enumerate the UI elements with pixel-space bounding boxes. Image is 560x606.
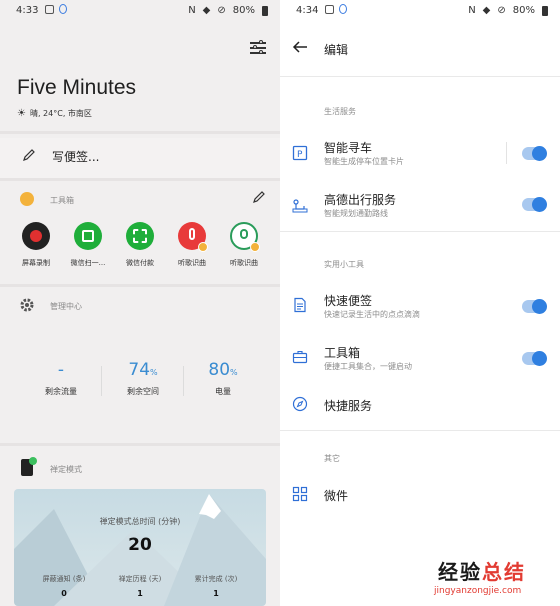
battery-percent: 80% (512, 5, 535, 16)
gear-icon (20, 298, 34, 312)
focus-stat-days: 禅定历程 (天) 1 (118, 575, 162, 598)
toolbox-label: 工具箱 (50, 196, 74, 205)
item-amap-travel[interactable] (280, 188, 560, 222)
no-sim-icon: ⊘ (217, 5, 226, 16)
group-utilities: 实用小工具 (324, 260, 364, 269)
watermark: 经验总结 jingyanzongjie.com (430, 550, 560, 606)
widgets-icon (292, 486, 308, 502)
toggle-toolbox[interactable] (522, 351, 547, 366)
wifi-icon: ◆ (202, 5, 211, 16)
tool-music-recognize-alt[interactable]: 听歌识曲 (218, 222, 270, 268)
item-toolbox[interactable] (280, 341, 560, 375)
app-notification-icon (339, 4, 347, 14)
focus-mode-icon (21, 457, 37, 476)
left-screen: 4:33 N ◆ ⊘ 80% Five Minutes ☀ 晴, 24°C, 市… (0, 0, 280, 606)
watermark-url: jingyanzongjie.com (434, 586, 522, 596)
settings-sliders-icon[interactable] (250, 40, 268, 56)
shelf-title: Five Minutes (17, 76, 137, 99)
app-notification-icon (59, 4, 67, 14)
music-recognize-icon (178, 222, 208, 252)
wechat-scan-icon (74, 222, 102, 250)
stat-remaining-storage[interactable]: 74% 剩余空间 (108, 360, 178, 397)
page-title: 编辑 (324, 43, 349, 57)
battery-icon (262, 5, 268, 16)
group-life-services: 生活服务 (324, 107, 356, 116)
gallery-notification-icon (325, 4, 334, 14)
nfc-icon: N (468, 5, 476, 16)
stat-battery[interactable]: 80% 电量 (188, 360, 258, 397)
tool-music-recognize[interactable]: 听歌识曲 (166, 222, 218, 268)
quick-note-card[interactable] (0, 138, 280, 178)
focus-mode-label: 禅定模式 (50, 465, 82, 474)
pencil-icon (23, 149, 35, 161)
stat-remaining-data[interactable]: - 剩余流量 (26, 360, 96, 397)
edit-toolbox-icon[interactable] (252, 190, 266, 204)
sun-icon: ☀ (17, 108, 26, 119)
tool-screen-record[interactable]: 屏幕录制 (10, 222, 62, 268)
focus-total-value: 20 (128, 535, 152, 555)
weather-text: 晴, 24°C, 市南区 (29, 109, 92, 118)
gallery-notification-icon (45, 4, 54, 14)
item-quick-services[interactable] (280, 391, 560, 419)
compass-icon (292, 396, 308, 412)
toolbox-grid: 屏幕录制 微信扫一... 微信付款 听歌识曲 听歌识曲 (12, 222, 268, 270)
weather-info: ☀ 晴, 24°C, 市南区 (17, 108, 92, 119)
parking-icon: P (292, 145, 308, 161)
toggle-smart-car-finder[interactable] (522, 146, 547, 161)
music-recognize-alt-icon (230, 222, 260, 252)
no-sim-icon: ⊘ (497, 5, 506, 16)
item-quick-note[interactable] (280, 289, 560, 323)
battery-icon (542, 5, 548, 16)
tool-wechat-pay[interactable]: 微信付款 (114, 222, 166, 268)
watermark-a: 经验 (438, 560, 482, 584)
toolbox-icon (292, 350, 308, 364)
status-bar: 4:34 N ◆ ⊘ 80% (280, 0, 560, 22)
group-other: 其它 (324, 454, 340, 463)
watermark-b: 总结 (482, 560, 526, 584)
route-icon (292, 199, 308, 213)
wechat-pay-icon (126, 222, 154, 250)
focus-total-title: 禅定模式总时间 (分钟) (99, 517, 181, 526)
note-icon (294, 297, 306, 313)
toggle-quick-note[interactable] (522, 299, 547, 314)
item-smart-car-finder[interactable] (280, 136, 560, 170)
manage-center-label: 管理中心 (50, 302, 82, 311)
battery-percent: 80% (232, 5, 255, 16)
item-widgets[interactable] (280, 480, 560, 508)
stats-row: - 剩余流量 74% 剩余空间 80% 电量 (20, 360, 260, 400)
focus-stat-blocked: 屏蔽通知 (条) 0 (42, 575, 86, 598)
tool-wechat-scan[interactable]: 微信扫一... (62, 222, 114, 268)
status-time: 4:33 (16, 5, 39, 16)
wifi-icon: ◆ (482, 5, 491, 16)
toggle-amap-travel[interactable] (522, 197, 547, 212)
back-arrow-icon[interactable] (292, 40, 308, 54)
focus-stat-completed: 累计完成 (次) 1 (194, 575, 238, 598)
nfc-icon: N (188, 5, 196, 16)
focus-mode-card[interactable]: 禅定模式总时间 (分钟) 20 屏蔽通知 (条) 0 禅定历程 (天) 1 累计… (14, 489, 266, 606)
svg-text:P: P (297, 150, 303, 160)
status-bar: 4:33 N ◆ ⊘ 80% (0, 0, 280, 22)
toolbox-icon (20, 192, 34, 206)
record-icon (22, 222, 50, 250)
right-screen: 4:34 N ◆ ⊘ 80% 编辑 生活服务 P 智能寻车 智能生成停车位置卡片… (280, 0, 560, 606)
quick-note-input[interactable]: 写便签... (52, 148, 99, 165)
status-time: 4:34 (296, 5, 319, 16)
